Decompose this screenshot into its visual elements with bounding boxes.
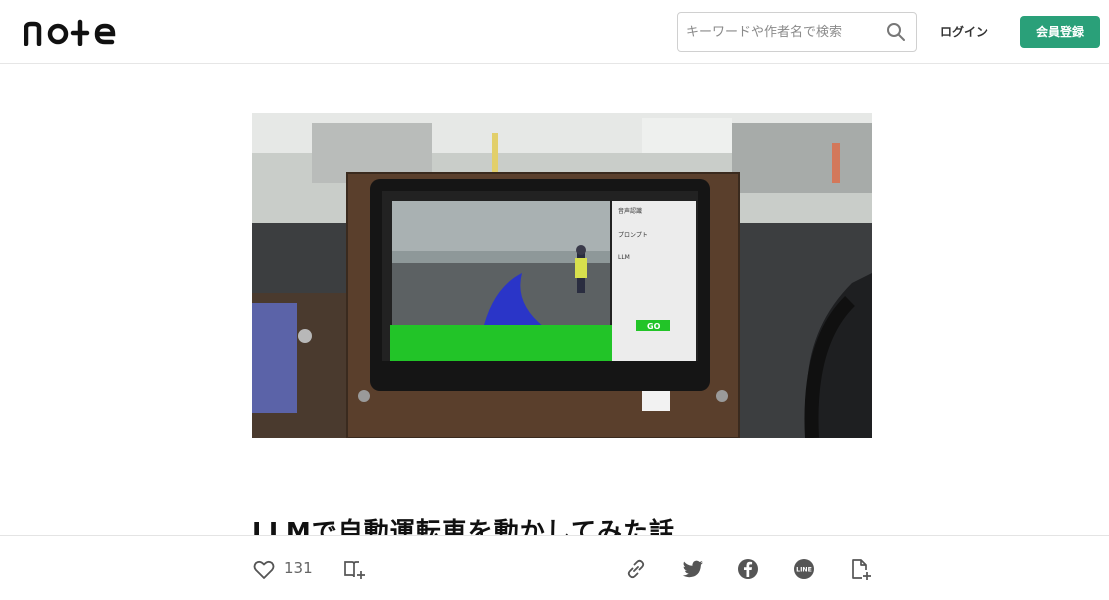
magazine-add-icon[interactable] [342, 557, 366, 581]
twitter-icon[interactable] [681, 557, 705, 581]
link-icon[interactable] [624, 557, 648, 581]
line-icon[interactable]: LINE [792, 557, 816, 581]
panel-heading-3: LLM [618, 254, 630, 261]
search-input[interactable] [678, 13, 878, 51]
article-hero-image: 音声認識 プロンプト LLM GO [252, 113, 872, 438]
note-logo[interactable] [24, 18, 124, 46]
article-action-bar: 131 LINE [0, 535, 1109, 600]
search-icon[interactable] [886, 22, 906, 42]
go-status: GO [647, 322, 661, 331]
heart-icon[interactable] [252, 557, 276, 581]
panel-heading-2: プロンプト [618, 232, 648, 239]
facebook-icon[interactable] [736, 557, 760, 581]
site-header: ログイン 会員登録 [0, 0, 1109, 64]
note-add-icon[interactable] [848, 557, 872, 581]
like-count: 131 [284, 559, 313, 577]
signup-button[interactable]: 会員登録 [1020, 16, 1100, 48]
car-dashboard-photo: 音声認識 プロンプト LLM GO [252, 113, 872, 438]
search-box[interactable] [677, 12, 917, 52]
login-link[interactable]: ログイン [930, 20, 998, 44]
panel-heading-1: 音声認識 [618, 207, 642, 215]
svg-text:LINE: LINE [796, 567, 812, 574]
